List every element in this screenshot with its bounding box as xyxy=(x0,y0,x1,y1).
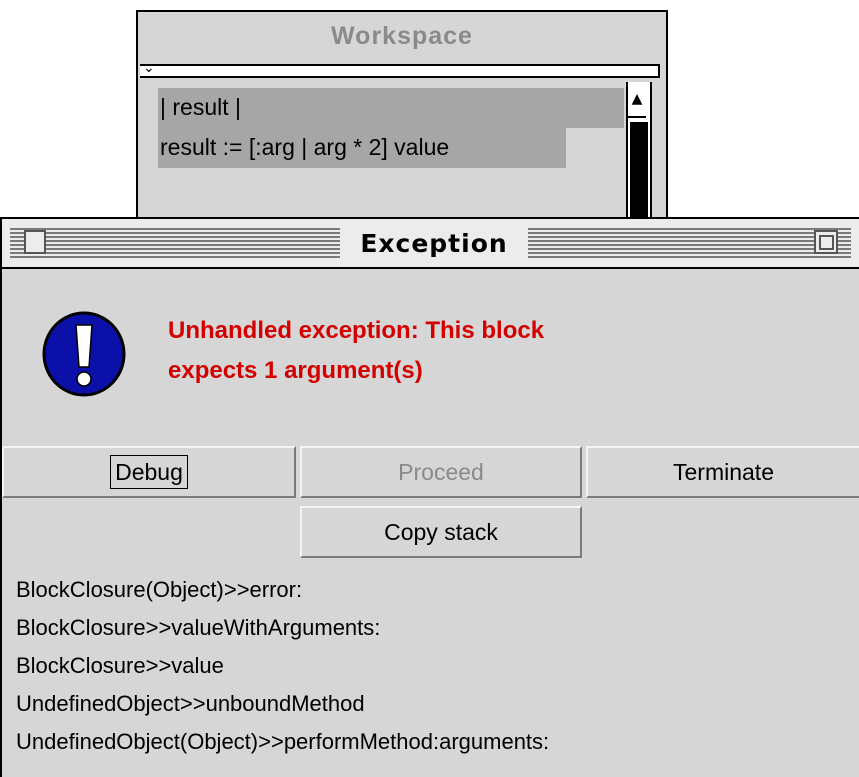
proceed-button[interactable]: Proceed xyxy=(300,446,582,498)
zoom-box-icon[interactable] xyxy=(814,230,838,254)
titlebar-stripes xyxy=(10,228,340,258)
chevron-down-icon[interactable]: ⌄ xyxy=(143,60,155,76)
code-line[interactable]: result := [:arg | arg * 2] value xyxy=(158,128,566,168)
workspace-window[interactable]: Workspace ⌄ | result | result := [:arg |… xyxy=(136,10,668,250)
terminate-button[interactable]: Terminate xyxy=(586,446,859,498)
debug-button-label: Debug xyxy=(110,455,188,489)
close-box-icon[interactable] xyxy=(24,230,46,254)
titlebar-stripes xyxy=(528,228,851,258)
stack-frame[interactable]: BlockClosure>>valueWithArguments: xyxy=(16,609,856,647)
copy-stack-button[interactable]: Copy stack xyxy=(300,506,582,558)
stack-frame[interactable]: UndefinedObject>>unboundMethod xyxy=(16,685,856,723)
exception-window[interactable]: Exception Unhandled exception: This bloc… xyxy=(0,217,859,777)
error-message-line: expects 1 argument(s) xyxy=(168,357,423,384)
debug-button[interactable]: Debug xyxy=(2,446,296,498)
exception-title: Exception xyxy=(360,228,508,258)
up-arrow-icon[interactable]: ▲ xyxy=(628,82,646,118)
workspace-menu-strip[interactable]: ⌄ xyxy=(140,60,660,78)
exclamation-circle-icon xyxy=(42,311,126,397)
stack-frame[interactable]: BlockClosure(Object)>>error: xyxy=(16,571,856,609)
error-message-line: Unhandled exception: This block xyxy=(168,317,545,344)
stack-frame[interactable]: BlockClosure>>value xyxy=(16,647,856,685)
code-line[interactable]: | result | xyxy=(158,88,624,128)
stack-frame[interactable]: UndefinedObject(Object)>>performMethod:a… xyxy=(16,723,856,761)
exception-titlebar[interactable]: Exception xyxy=(2,219,859,269)
workspace-titlebar[interactable]: Workspace xyxy=(138,12,666,60)
workspace-title: Workspace xyxy=(331,21,473,50)
stack-trace[interactable]: BlockClosure(Object)>>error: BlockClosur… xyxy=(16,571,856,761)
error-message: Unhandled exception: This block expects … xyxy=(168,311,788,391)
